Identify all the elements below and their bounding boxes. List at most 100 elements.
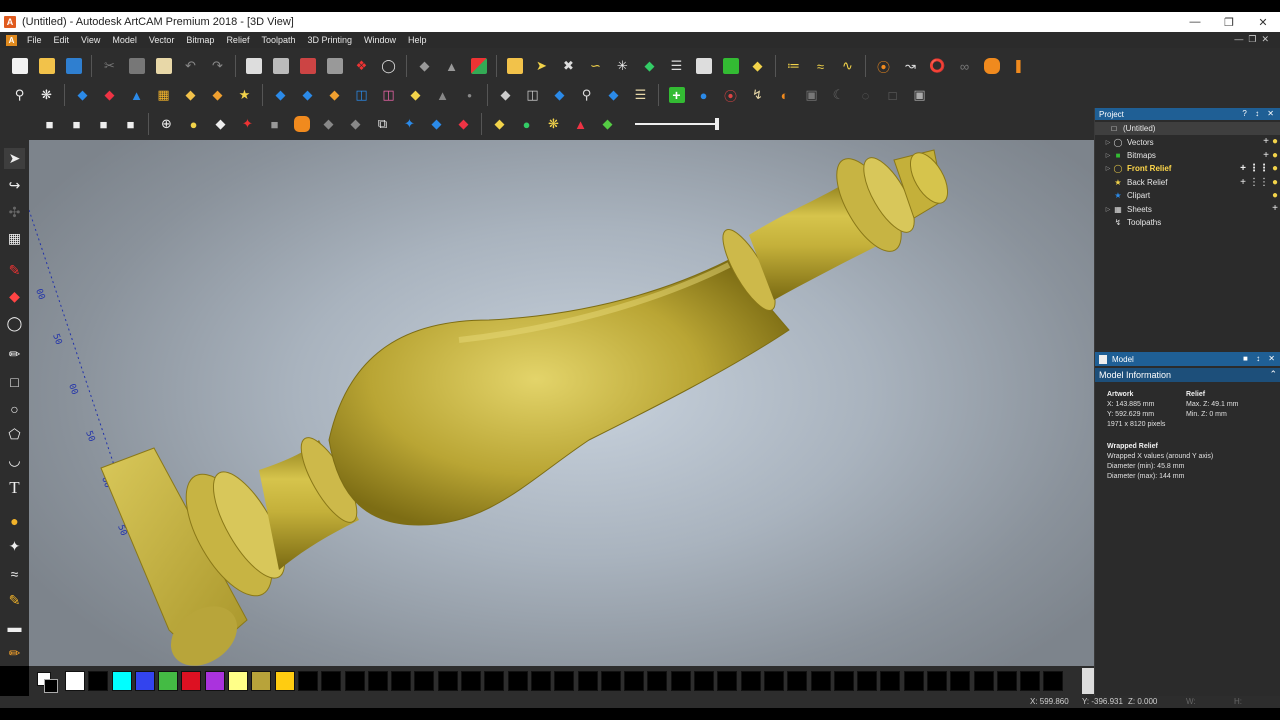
frame-grey-icon[interactable]: □ bbox=[882, 84, 904, 106]
flat-blue-icon[interactable]: ◆ bbox=[603, 84, 625, 106]
slice-icon[interactable]: ◆ bbox=[495, 84, 517, 106]
dome-icon[interactable]: ● bbox=[693, 84, 715, 106]
palette-swatch[interactable] bbox=[181, 671, 202, 691]
palette-swatch[interactable] bbox=[1020, 671, 1041, 691]
nodes-icon[interactable]: ≔ bbox=[783, 55, 805, 77]
grid-select-icon[interactable]: ▣ bbox=[801, 84, 823, 106]
project-tree-item[interactable]: ★ Clipart ● bbox=[1095, 189, 1280, 202]
expand-arrow-icon[interactable]: ▷ bbox=[1103, 165, 1113, 172]
model-information-header[interactable]: Model Information ⌃ bbox=[1095, 368, 1280, 382]
cube-front-icon[interactable]: ■ bbox=[39, 113, 61, 135]
document-menu-icon[interactable]: A bbox=[6, 34, 17, 46]
palette-swatch[interactable] bbox=[810, 671, 831, 691]
merge-icon[interactable] bbox=[468, 55, 490, 77]
blue-stack-icon[interactable]: ◫ bbox=[351, 84, 373, 106]
project-tree-item[interactable]: ★ Back Relief + ⋮⋮ ● bbox=[1095, 176, 1280, 189]
add-icon[interactable]: + bbox=[1240, 163, 1246, 174]
visibility-bulb-icon[interactable]: ● bbox=[1272, 150, 1278, 161]
blue-red-layer-icon[interactable]: ◆ bbox=[426, 113, 448, 135]
grey-plate-icon[interactable]: ◆ bbox=[318, 113, 340, 135]
zoom-fit-icon[interactable]: ⚲ bbox=[9, 84, 31, 106]
eraser-diamond-icon[interactable]: ◆ bbox=[414, 55, 436, 77]
maximize-button[interactable]: ❐ bbox=[1212, 12, 1246, 32]
palette-swatch[interactable] bbox=[204, 671, 225, 691]
menu-view[interactable]: View bbox=[75, 35, 106, 45]
polygon-icon[interactable]: ⬠ bbox=[4, 424, 25, 445]
palette-swatch[interactable] bbox=[950, 671, 971, 691]
anchor-icon[interactable]: ↯ bbox=[747, 84, 769, 106]
layer-stack-icon[interactable]: ◫ bbox=[522, 84, 544, 106]
palette-swatch[interactable] bbox=[321, 671, 342, 691]
palette-swatch[interactable] bbox=[228, 671, 249, 691]
palette-swatch[interactable] bbox=[670, 671, 691, 691]
palette-swatch[interactable] bbox=[158, 671, 179, 691]
transform-icon[interactable]: ✣ bbox=[4, 202, 25, 223]
copy-icon[interactable] bbox=[126, 55, 148, 77]
palette-swatch[interactable] bbox=[297, 671, 318, 691]
prism-icon[interactable]: ▲ bbox=[570, 113, 592, 135]
palette-swatch[interactable] bbox=[554, 671, 575, 691]
menu-vector[interactable]: Vector bbox=[143, 35, 181, 45]
palette-swatch[interactable] bbox=[577, 671, 598, 691]
palette-swatch[interactable] bbox=[274, 671, 295, 691]
orange-cylinder-icon[interactable] bbox=[291, 113, 313, 135]
scissors-icon[interactable]: ✖ bbox=[558, 55, 580, 77]
palette-swatch[interactable] bbox=[973, 671, 994, 691]
blue-star-icon[interactable]: ✦ bbox=[399, 113, 421, 135]
palette-scrollbar[interactable] bbox=[1082, 668, 1094, 694]
colour-layers-icon[interactable]: ◆ bbox=[597, 113, 619, 135]
visibility-bulb-icon[interactable]: ● bbox=[1272, 163, 1278, 174]
palette-swatch[interactable] bbox=[251, 671, 272, 691]
menu-window[interactable]: Window bbox=[358, 35, 402, 45]
green-plus-icon[interactable]: + bbox=[666, 84, 688, 106]
red-yellow-diamond-icon[interactable]: ◆ bbox=[405, 84, 427, 106]
orange-top-icon[interactable]: ◆ bbox=[207, 84, 229, 106]
pen-icon[interactable]: ✎ bbox=[4, 260, 25, 281]
palette-swatch[interactable] bbox=[624, 671, 645, 691]
palette-swatch[interactable] bbox=[694, 671, 715, 691]
cube-top-icon[interactable]: ■ bbox=[66, 113, 88, 135]
mdi-window-controls[interactable]: —❐✕ bbox=[1234, 34, 1274, 45]
red-layer-icon[interactable]: ◆ bbox=[453, 113, 475, 135]
palette-swatch[interactable] bbox=[507, 671, 528, 691]
project-tree-item[interactable]: ▷ ▦ Sheets + bbox=[1095, 202, 1280, 215]
palette-swatch[interactable] bbox=[1043, 671, 1064, 691]
polyline-icon[interactable]: ✏ bbox=[4, 344, 25, 365]
palette-swatch[interactable] bbox=[903, 671, 924, 691]
arc-icon[interactable]: ◡ bbox=[4, 450, 25, 471]
star-zoom-icon[interactable]: ❋ bbox=[543, 113, 565, 135]
add-icon[interactable]: + bbox=[1272, 203, 1278, 214]
open-vector-folder-icon[interactable] bbox=[504, 55, 526, 77]
oval-icon[interactable]: ◌ bbox=[855, 84, 877, 106]
visibility-bulb-icon[interactable]: ● bbox=[1272, 136, 1278, 147]
pink-stack-icon[interactable]: ◫ bbox=[378, 84, 400, 106]
rectangle-icon[interactable]: □ bbox=[4, 371, 25, 392]
shield-icon[interactable]: ◐ bbox=[774, 84, 796, 106]
palette-swatch[interactable] bbox=[65, 671, 85, 691]
palette-swatch[interactable] bbox=[414, 671, 435, 691]
wave-icon[interactable]: ≈ bbox=[810, 55, 832, 77]
grey-stack-icon[interactable]: ▲ bbox=[432, 84, 454, 106]
palette-swatch[interactable] bbox=[530, 671, 551, 691]
circle-tool-icon[interactable]: ◯ bbox=[378, 55, 400, 77]
cube-iso-icon[interactable]: ■ bbox=[93, 113, 115, 135]
copy-green-icon[interactable] bbox=[720, 55, 742, 77]
foreground-background-swatch[interactable] bbox=[33, 669, 59, 693]
blue-plane-2-icon[interactable]: ◆ bbox=[297, 84, 319, 106]
curve-icon[interactable]: ∽ bbox=[585, 55, 607, 77]
fill-icon[interactable]: ✏ bbox=[4, 643, 25, 664]
cube-right-icon[interactable]: ■ bbox=[120, 113, 142, 135]
frame-icon[interactable] bbox=[270, 55, 292, 77]
moon-icon[interactable]: ☾ bbox=[828, 84, 850, 106]
project-tree-item[interactable]: ▷ ◯ Vectors + ● bbox=[1095, 135, 1280, 148]
grey-plate-2-icon[interactable]: ◆ bbox=[345, 113, 367, 135]
view-slider[interactable] bbox=[635, 117, 721, 131]
blue-cube-icon[interactable]: ▲ bbox=[126, 84, 148, 106]
grid-icon[interactable]: ⋮⋮ bbox=[1249, 163, 1269, 174]
project-tree-item[interactable]: ▷ ◯ Front Relief + ⋮⋮ ● bbox=[1095, 162, 1280, 175]
menu-edit[interactable]: Edit bbox=[48, 35, 76, 45]
arrow-right-icon[interactable]: ➤ bbox=[531, 55, 553, 77]
palette-swatch[interactable] bbox=[461, 671, 482, 691]
green-ball-icon[interactable]: ● bbox=[516, 113, 538, 135]
orange-ring-icon[interactable]: ⦿ bbox=[873, 55, 895, 77]
